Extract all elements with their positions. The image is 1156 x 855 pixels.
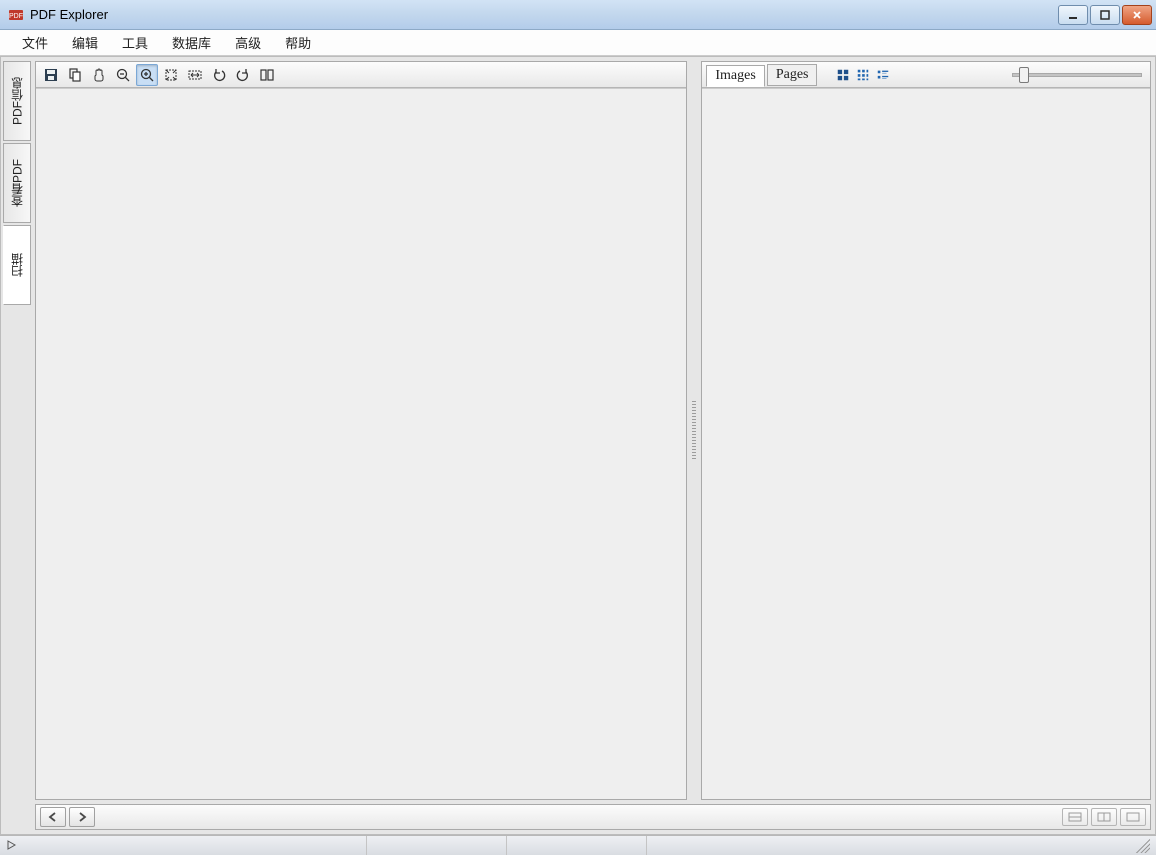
grid-detail-icon[interactable] (875, 67, 891, 83)
menu-file[interactable]: 文件 (10, 29, 60, 56)
thumbnails-pane: Images Pages (701, 61, 1151, 800)
status-cell-2 (506, 836, 646, 855)
save-icon[interactable] (40, 64, 62, 86)
rotate-right-icon[interactable] (232, 64, 254, 86)
layout-button-3[interactable] (1120, 808, 1146, 826)
splitter[interactable] (691, 61, 697, 800)
close-button[interactable] (1122, 5, 1152, 25)
statusbar (0, 835, 1156, 855)
fit-width-icon[interactable] (184, 64, 206, 86)
layout-button-2[interactable] (1091, 808, 1117, 826)
menu-advanced[interactable]: 高级 (223, 29, 273, 56)
menu-tools[interactable]: 工具 (110, 29, 160, 56)
grid-small-icon[interactable] (855, 67, 871, 83)
layout-button-1[interactable] (1062, 808, 1088, 826)
bottom-nav-strip (35, 804, 1151, 830)
window-title: PDF Explorer (30, 7, 108, 22)
fit-page-icon[interactable] (160, 64, 182, 86)
client-area: PDF Explorer PDF信息 查看PDF 扫描 (0, 56, 1156, 835)
titlebar: PDF PDF Explorer (0, 0, 1156, 30)
resize-grip[interactable] (1136, 839, 1150, 853)
tab-images[interactable]: Images (706, 65, 764, 87)
menu-database[interactable]: 数据库 (160, 29, 223, 56)
nav-back-button[interactable] (40, 807, 66, 827)
viewer-pane (35, 61, 687, 800)
vtab-scan[interactable]: 扫描 (3, 225, 31, 305)
thumbnails-canvas[interactable] (702, 88, 1150, 799)
minimize-button[interactable] (1058, 5, 1088, 25)
copy-icon[interactable] (64, 64, 86, 86)
viewer-canvas[interactable] (36, 88, 686, 799)
vtab-pdf-info[interactable]: PDF信息 (3, 61, 31, 141)
two-page-icon[interactable] (256, 64, 278, 86)
thumbnail-size-slider[interactable] (1012, 73, 1142, 77)
menu-edit[interactable]: 编辑 (60, 29, 110, 56)
svg-text:PDF: PDF (9, 13, 23, 20)
viewer-toolbar (36, 62, 686, 88)
nav-forward-button[interactable] (69, 807, 95, 827)
rotate-left-icon[interactable] (208, 64, 230, 86)
menubar: 文件 编辑 工具 数据库 高级 帮助 (0, 30, 1156, 56)
vertical-tabs: PDF信息 查看PDF 扫描 (3, 61, 31, 830)
tab-pages[interactable]: Pages (767, 64, 818, 86)
status-cell-1 (366, 836, 506, 855)
pan-hand-icon[interactable] (88, 64, 110, 86)
vtab-view-pdf[interactable]: 查看PDF (3, 143, 31, 223)
maximize-button[interactable] (1090, 5, 1120, 25)
menu-help[interactable]: 帮助 (273, 29, 323, 56)
app-icon: PDF (8, 7, 24, 23)
zoom-in-icon[interactable] (136, 64, 158, 86)
thumbnails-icon[interactable] (835, 67, 851, 83)
status-play-icon[interactable] (6, 839, 16, 853)
zoom-out-icon[interactable] (112, 64, 134, 86)
thumbnails-toolbar: Images Pages (702, 62, 1150, 88)
status-cell-3 (646, 836, 786, 855)
